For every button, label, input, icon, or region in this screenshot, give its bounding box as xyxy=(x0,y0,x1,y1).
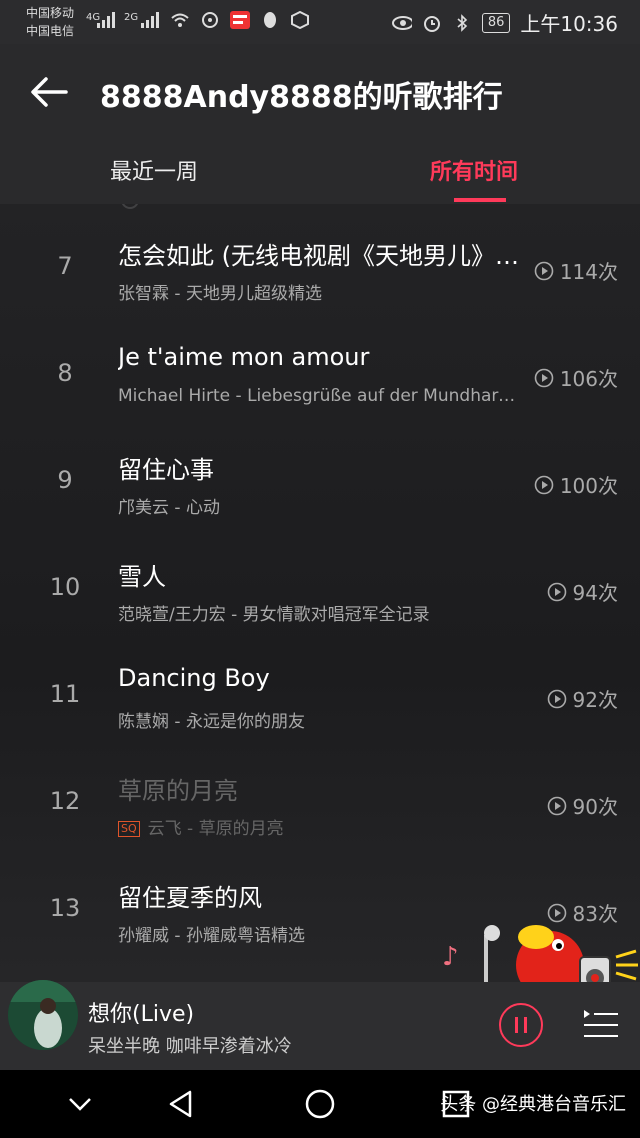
song-title: Je t'aime mon amour xyxy=(118,343,370,371)
now-playing-bar[interactable]: 想你(Live) 呆坐半晚 咖啡早渗着冰冷 xyxy=(0,980,640,1070)
carrier-2: 中国电信 xyxy=(26,24,75,38)
nav-back-button[interactable] xyxy=(166,1088,198,1120)
wifi-icon xyxy=(170,10,190,30)
play-count: 92次 xyxy=(547,684,618,713)
music-note-icon: ♪ xyxy=(442,942,459,972)
playlist-button[interactable] xyxy=(580,1006,622,1046)
rank-number: 7 xyxy=(57,252,73,280)
play-count: 100次 xyxy=(534,470,618,499)
play-count-icon xyxy=(534,368,554,387)
list-item[interactable]: 7 怎会如此 (无线电视剧《天地男儿》主题曲) 张智霖 - 天地男儿超级精选 1… xyxy=(0,222,640,329)
back-button[interactable] xyxy=(26,72,74,112)
watermark: 头条 @经典港台音乐汇 xyxy=(440,1094,626,1115)
app-icon xyxy=(290,10,310,30)
battery-level: 86 xyxy=(481,12,511,33)
tab-all-time[interactable]: 所有时间 xyxy=(430,154,518,186)
nav-back-icon xyxy=(169,1090,192,1118)
rank-number: 13 xyxy=(49,894,81,922)
play-count-icon xyxy=(534,261,554,280)
netease-icon xyxy=(200,10,220,30)
play-count-text: 114次 xyxy=(559,260,618,284)
song-artist-album: 陈慧娴 - 永远是你的朋友 xyxy=(118,712,305,732)
song-artist-album: 邝美云 - 心动 xyxy=(118,498,220,518)
signal-icon xyxy=(96,10,116,30)
status-right-icons: 86 上午10:36 xyxy=(391,8,618,37)
list-item-unavailable[interactable]: 12 草原的月亮 SQ 云飞 - 草原的月亮 90次 xyxy=(0,757,640,864)
song-title: 留住心事 xyxy=(118,456,214,484)
album-cover[interactable] xyxy=(8,980,78,1050)
play-count-text: 94次 xyxy=(572,581,618,605)
header: 8888Andy8888的听歌排行 最近一周 所有时间 xyxy=(0,44,640,204)
album-art-image xyxy=(8,980,78,1050)
play-count-icon xyxy=(547,582,566,601)
rank-number: 12 xyxy=(49,787,81,815)
back-arrow-icon xyxy=(31,77,68,107)
eye-icon xyxy=(391,13,412,33)
rank-number: 10 xyxy=(49,573,81,601)
song-artist-album: 范晓萱/王力宏 - 男女情歌对唱冠军全记录 xyxy=(118,605,430,625)
alarm-icon xyxy=(422,13,442,33)
scrolled-row-remnant xyxy=(121,204,139,209)
rank-number: 9 xyxy=(57,466,73,494)
play-count: 114次 xyxy=(534,256,618,285)
song-title: 雪人 xyxy=(118,563,166,591)
page-title: 8888Andy8888的听歌排行 xyxy=(100,80,503,115)
song-artist-album-text: 云飞 - 草原的月亮 xyxy=(147,819,284,839)
nav-down-button[interactable] xyxy=(64,1088,96,1120)
play-count-icon xyxy=(547,796,566,815)
signal-2-icon xyxy=(140,10,160,30)
song-artist-album: 张智霖 - 天地男儿超级精选 xyxy=(118,284,322,304)
list-item[interactable]: 11 Dancing Boy 陈慧娴 - 永远是你的朋友 92次 xyxy=(0,650,640,757)
rank-number: 11 xyxy=(49,680,81,708)
song-artist-album: Michael Hirte - Liebesgrüße auf der Mund… xyxy=(118,386,523,406)
play-count-text: 106次 xyxy=(559,367,618,391)
play-count-text: 100次 xyxy=(559,474,618,498)
toutiao-app-icon xyxy=(230,10,250,30)
playlist-icon xyxy=(584,1010,618,1037)
list-item[interactable]: 10 雪人 范晓萱/王力宏 - 男女情歌对唱冠军全记录 94次 xyxy=(0,543,640,650)
play-count: 106次 xyxy=(534,363,618,392)
play-count: 90次 xyxy=(547,791,618,820)
now-playing-lyric: 呆坐半晚 咖啡早渗着冰冷 xyxy=(88,1036,292,1057)
nav-home-button[interactable] xyxy=(304,1088,336,1120)
song-title: Dancing Boy xyxy=(118,664,270,692)
qq-icon xyxy=(260,10,280,30)
list-item[interactable]: 9 留住心事 邝美云 - 心动 100次 xyxy=(0,436,640,543)
clock: 上午10:36 xyxy=(520,12,618,36)
tab-recent-week[interactable]: 最近一周 xyxy=(110,154,198,186)
song-title: 草原的月亮 xyxy=(118,777,238,805)
play-count: 94次 xyxy=(547,577,618,606)
pause-icon xyxy=(499,1003,543,1047)
list-item[interactable]: 8 Je t'aime mon amour Michael Hirte - Li… xyxy=(0,329,640,436)
active-tab-indicator xyxy=(454,198,506,202)
play-count-text: 92次 xyxy=(572,688,618,712)
status-bar: 中国移动 中国电信 4G 2G 86 上午10:36 xyxy=(0,0,640,44)
song-list[interactable]: 7 怎会如此 (无线电视剧《天地男儿》主题曲) 张智霖 - 天地男儿超级精选 1… xyxy=(0,204,640,982)
now-playing-title: 想你(Live) xyxy=(88,1002,195,1027)
carrier-info: 中国移动 中国电信 xyxy=(26,4,74,40)
system-nav-bar: 头条 @经典港台音乐汇 xyxy=(0,1070,640,1138)
play-count-icon xyxy=(534,475,554,494)
bluetooth-icon xyxy=(452,13,472,33)
status-left-icons xyxy=(96,10,310,30)
song-artist-album: SQ 云飞 - 草原的月亮 xyxy=(118,814,523,839)
song-title: 怎会如此 (无线电视剧《天地男儿》主题曲) xyxy=(118,242,528,270)
nav-home-icon xyxy=(305,1089,335,1119)
sq-quality-badge: SQ xyxy=(118,821,140,837)
play-count-icon xyxy=(547,689,566,708)
pause-button[interactable] xyxy=(498,1002,544,1048)
carrier-1: 中国移动 xyxy=(26,6,75,20)
rank-number: 8 xyxy=(57,359,73,387)
play-count-text: 90次 xyxy=(572,795,618,819)
nav-down-icon xyxy=(69,1098,91,1111)
